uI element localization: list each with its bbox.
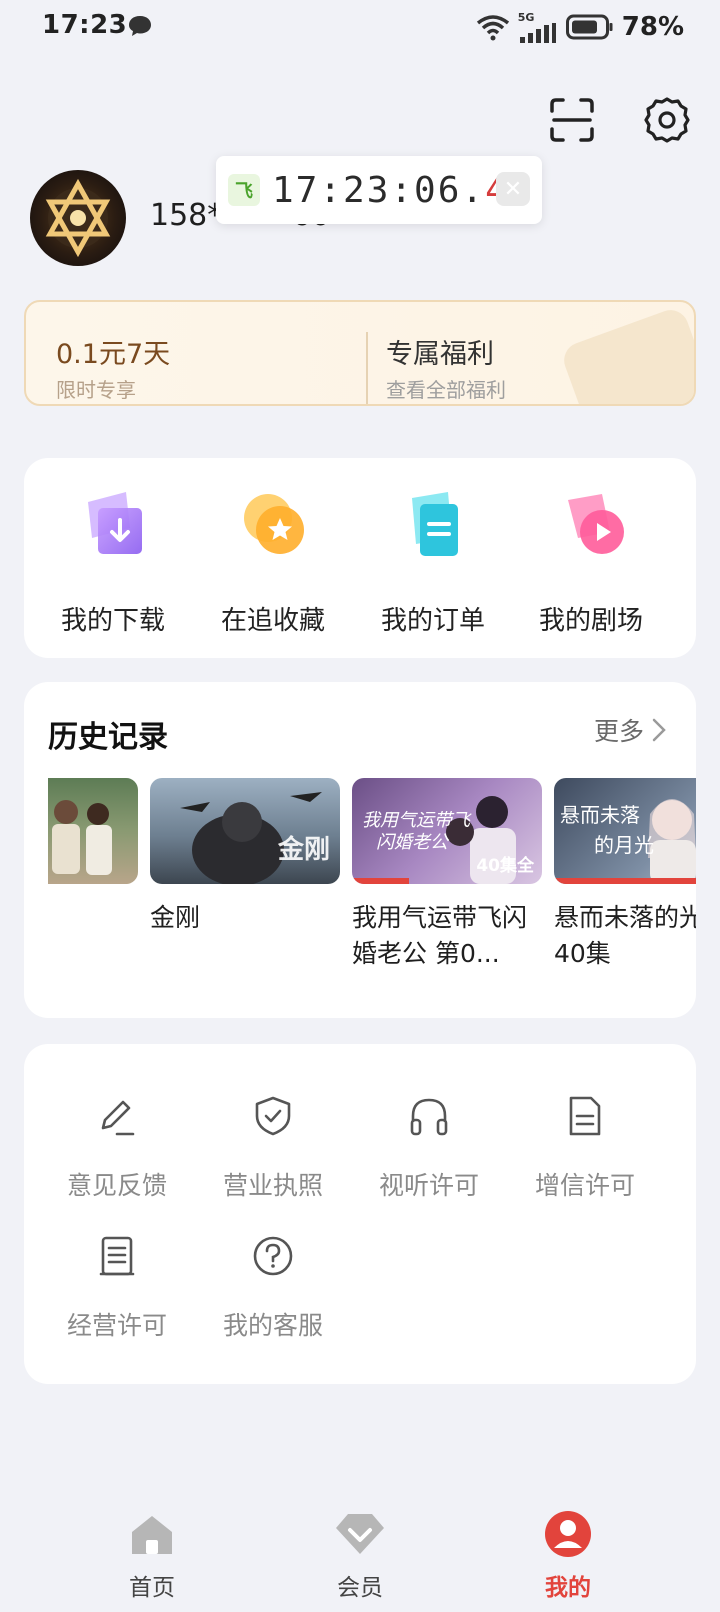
history-progress-bar — [554, 878, 696, 884]
chevron-right-icon — [652, 718, 666, 742]
avatar-star-image — [45, 178, 111, 258]
thumbnail-figures — [52, 800, 112, 875]
battery-percent: 78% — [621, 12, 684, 42]
headphones-icon — [410, 1098, 448, 1136]
tab-vip[interactable]: 会员 — [300, 1510, 420, 1602]
pen-icon — [101, 1100, 135, 1136]
status-time: 17:23 — [42, 10, 128, 40]
history-item-name: 我用气运带飞闪婚老公 第0... — [352, 903, 528, 968]
vip-offer-subtitle: 限时专享 — [56, 378, 136, 402]
tab-home[interactable]: 首页 — [92, 1510, 212, 1602]
action-label: 我的下载 — [60, 606, 165, 636]
service-label: 视听许可 — [378, 1171, 479, 1200]
play-icon — [568, 494, 624, 554]
vip-divider — [366, 332, 368, 404]
services-card: 意见反馈 营业执照 视听许可 增信许可 经营许可 我的客服 — [24, 1044, 696, 1384]
battery-icon — [565, 14, 613, 40]
history-item-name: 悬而未落的光 第40集 — [554, 903, 696, 968]
star-icon — [244, 494, 304, 554]
service-feedback[interactable]: 意见反馈 — [42, 1094, 192, 1202]
action-label: 我的订单 — [380, 606, 485, 636]
service-label: 意见反馈 — [66, 1171, 167, 1200]
status-right: 5G 78% — [476, 10, 684, 44]
tab-label: 会员 — [337, 1575, 383, 1601]
avatar[interactable] — [30, 170, 126, 266]
service-label: 增信许可 — [534, 1171, 635, 1200]
history-more-link[interactable]: 更多 — [594, 712, 666, 748]
history-item-name: 金刚 — [150, 903, 201, 932]
action-my-theater[interactable]: 我的剧场 — [516, 488, 666, 638]
close-icon[interactable]: ✕ — [496, 172, 530, 206]
history-progress-bar — [352, 878, 409, 884]
action-my-downloads[interactable]: 我的下载 — [38, 488, 188, 638]
network-type: 5G — [517, 10, 535, 24]
action-favorites[interactable]: 在追收藏 — [198, 488, 348, 638]
history-thumbnail: 我用气运带飞 闪婚老公 40集全 — [352, 778, 542, 884]
cellular-signal: 5G — [518, 12, 558, 43]
vip-offer-title[interactable]: 0.1元7天 — [56, 332, 170, 371]
service-label: 我的客服 — [222, 1311, 323, 1340]
service-label: 营业执照 — [222, 1171, 323, 1200]
help-icon — [253, 1236, 293, 1276]
home-icon — [132, 1516, 172, 1554]
history-item[interactable]: 金刚 金刚 — [150, 778, 340, 936]
thumbnail-woman: 悬而未落 的月光 — [560, 799, 696, 884]
shield-check-icon — [255, 1096, 291, 1136]
history-item[interactable]: 飞2 — [48, 778, 138, 936]
history-badge: 40集全 — [476, 856, 534, 876]
vip-card[interactable]: 0.1元7天 限时专享 专属福利 查看全部福利 — [24, 300, 696, 406]
history-thumbnail: 悬而未落 的月光 40 — [554, 778, 696, 884]
scan-icon[interactable] — [548, 96, 596, 144]
action-label: 我的剧场 — [538, 606, 643, 636]
tab-profile[interactable]: 我的 — [508, 1510, 628, 1602]
service-business-license[interactable]: 营业执照 — [198, 1094, 348, 1202]
clock-time-main: 17:23:06. — [272, 169, 486, 211]
vip-icon — [336, 1514, 384, 1554]
svg-text:悬而未落: 悬而未落 — [560, 803, 640, 827]
service-label: 经营许可 — [66, 1311, 167, 1340]
svg-text:我用气运带飞: 我用气运带飞 — [362, 810, 472, 831]
history-item-name: 飞2 — [48, 900, 138, 936]
history-strip: 飞2 金刚 金刚 我用气运带飞 闪婚老公 — [48, 778, 696, 998]
document-icon — [569, 1096, 601, 1136]
vip-benefits-subtitle: 查看全部福利 — [386, 378, 506, 402]
history-item[interactable]: 我用气运带飞 闪婚老公 40集全 我用气运带飞闪婚老公 第0... — [352, 778, 542, 972]
history-title: 历史记录 — [48, 720, 168, 755]
svg-text:的月光: 的月光 — [594, 833, 654, 857]
service-credit-license[interactable]: 增信许可 — [510, 1094, 660, 1202]
svg-text:闪婚老公: 闪婚老公 — [376, 832, 450, 853]
clock-app-icon: 飞 — [228, 174, 260, 206]
clock-time: 17:23:06.4 — [272, 170, 509, 211]
vip-benefits-title[interactable]: 专属福利 — [386, 332, 494, 371]
service-av-license[interactable]: 视听许可 — [354, 1094, 504, 1202]
ledger-icon — [99, 1236, 135, 1276]
gear-icon[interactable] — [643, 96, 691, 144]
user-name[interactable]: 158* — [150, 198, 222, 233]
history-more-label: 更多 — [593, 717, 644, 746]
vip-decoration — [559, 305, 694, 404]
signal-icon — [519, 22, 556, 43]
status-bar: 17:23 5G 78% — [0, 0, 720, 56]
tab-label: 我的 — [545, 1575, 591, 1601]
action-label: 在追收藏 — [220, 606, 325, 636]
quick-actions-card: 我的下载 在追收藏 我的订单 我的剧场 — [24, 458, 696, 658]
floating-clock[interactable]: 飞 17:23:06.4 ✕ — [216, 156, 542, 224]
service-customer-support[interactable]: 我的客服 — [198, 1234, 348, 1342]
download-icon — [88, 492, 142, 554]
thumbnail-kong: 金刚 — [180, 792, 330, 884]
message-icon — [129, 16, 151, 36]
svg-text:金刚: 金刚 — [277, 834, 330, 865]
tab-label: 首页 — [129, 1575, 175, 1601]
service-operating-license[interactable]: 经营许可 — [42, 1234, 192, 1342]
history-thumbnail — [48, 778, 138, 884]
history-item[interactable]: 悬而未落 的月光 40 悬而未落的光 第40集 — [554, 778, 696, 972]
profile-icon — [545, 1511, 591, 1557]
bottom-tab-bar: 首页 会员 我的 — [0, 1500, 720, 1612]
action-my-orders[interactable]: 我的订单 — [358, 488, 508, 638]
order-icon — [412, 492, 458, 556]
history-card: 历史记录 更多 飞2 金刚 — [24, 682, 696, 1018]
wifi-icon — [476, 15, 509, 41]
history-thumbnail: 金刚 — [150, 778, 340, 884]
